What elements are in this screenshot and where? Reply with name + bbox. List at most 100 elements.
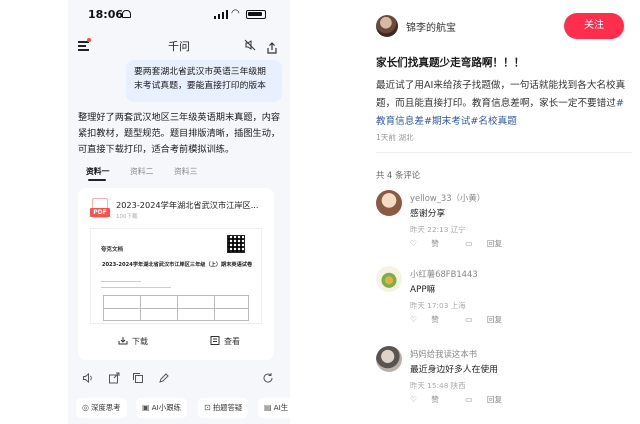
ai-generate-icon: ▤ (264, 403, 272, 412)
reply-button[interactable]: ▭ 回复 (465, 395, 514, 404)
comment-meta: 昨天 17:03 上海 (410, 301, 466, 310)
chip-label: AI生 (273, 403, 289, 412)
document-view-icon (210, 336, 220, 345)
app-title: 千问 (168, 40, 190, 53)
preview-table (103, 295, 249, 321)
comment-count: 共 4 条评论 (376, 170, 421, 180)
comment-meta: 昨天 22:13 辽宁 (410, 225, 466, 234)
chip-ai-generate[interactable]: ▤ AI生 (258, 398, 290, 418)
comment-text: 感谢分享 (410, 209, 446, 219)
comment-item: yellow_33（小黄） 感谢分享 昨天 22:13 辽宁 ♡ 赞 ▭ 回复 (376, 190, 632, 258)
reply-label: 回复 (486, 315, 503, 324)
heart-icon: ♡ (410, 239, 417, 248)
chip-label: 深度思考 (90, 403, 121, 412)
regenerate-icon[interactable] (262, 372, 274, 384)
battery-icon (246, 10, 266, 19)
comment-actions: ♡ 赞 ▭ 回复 (410, 238, 526, 249)
comment-item: 小红薯68FB1443 APP嘛 昨天 17:03 上海 ♡ 赞 ▭ 回复 (376, 266, 632, 334)
comment-text: 最近身边好多人在使用 (410, 365, 498, 375)
comment-item: 妈妈给我读这本书 最近身边好多人在使用 昨天 15:48 陕西 ♡ 赞 ▭ 回复 (376, 346, 632, 414)
assistant-answer: 整理好了两套武汉地区三年级英语期末真题，内容紧扣教材，题型规范。题目排版清晰，插… (78, 112, 281, 155)
deep-thinking-icon: ◎ (82, 403, 89, 412)
resource-tabs: 资料一 资料二 资料三 (78, 166, 282, 184)
reply-label: 回复 (486, 395, 503, 404)
social-post: 锦李的航宝 关注 家长们找真题少走弯路啊！！！ 最近试了用AI来给孩子找题做，一… (368, 0, 640, 424)
active-tab-indicator (88, 179, 106, 181)
speaker-icon[interactable] (82, 372, 94, 384)
commenter-avatar[interactable] (376, 190, 402, 216)
download-icon (118, 336, 128, 345)
author-avatar[interactable] (376, 15, 398, 37)
like-label: 赞 (431, 315, 439, 324)
edit-pencil-icon[interactable] (158, 372, 170, 384)
document-preview[interactable]: 夸克文档 2023-2024学年湖北省武汉市江岸区三年级（上）期末英语试卷 (90, 228, 262, 324)
download-label: 下载 (132, 337, 148, 346)
commenter-name[interactable]: 小红薯68FB1443 (410, 268, 478, 280)
commenter-avatar[interactable] (376, 346, 402, 372)
download-button[interactable]: 下载 (118, 336, 148, 347)
chip-label: 拍题答疑 (212, 403, 243, 412)
reply-button[interactable]: ▭ 回复 (465, 239, 514, 248)
chip-deep-thinking[interactable]: ◎ 深度思考 (76, 398, 127, 418)
post-title: 家长们找真题少走弯路啊！！！ (376, 57, 525, 69)
commenter-avatar[interactable] (376, 266, 402, 292)
preview-text-line (101, 287, 171, 288)
reply-label: 回复 (486, 239, 503, 248)
camera-question-icon: ⊡ (204, 403, 211, 412)
follow-button[interactable]: 关注 (564, 13, 624, 39)
like-button[interactable]: ♡ 赞 (410, 239, 451, 248)
qr-code-icon (227, 235, 245, 253)
status-bar: 18:06 ◠ (68, 0, 290, 28)
reply-icon: ▭ (465, 395, 473, 404)
wifi-icon: ◠ (231, 8, 240, 19)
preview-brand: 夸克文档 (101, 247, 124, 253)
author-name[interactable]: 锦李的航宝 (406, 19, 456, 34)
view-label: 查看 (224, 337, 240, 346)
chip-photo-question[interactable]: ⊡ 拍题答疑 (198, 398, 249, 418)
share-icon[interactable] (266, 39, 278, 54)
comment-actions: ♡ 赞 ▭ 回复 (410, 394, 526, 405)
tab-resource-1[interactable]: 资料一 (86, 166, 109, 177)
divider (376, 152, 632, 153)
quick-action-chips: ◎ 深度思考 ▣ AI小跟练 ⊡ 拍题答疑 ▤ AI生 (76, 398, 290, 418)
user-message-bubble: 要两套湖北省武汉市英语三年级期末考试真题，要能直接打印的版本 (126, 60, 282, 102)
status-time: 18:06 (88, 8, 124, 21)
post-meta: 1天前 湖北 (376, 133, 414, 142)
phone-screenshot: 18:06 ◠ 千问 要两套湖北省武汉市英语三年级期末考试真题，要能直接打印的版… (68, 0, 290, 424)
like-button[interactable]: ♡ 赞 (410, 395, 451, 404)
chat-header: 千问 (68, 34, 290, 58)
heart-icon: ♡ (410, 315, 417, 324)
file-title: 2023-2024学年湖北省武汉市江岸区... (116, 200, 259, 210)
reply-icon: ▭ (465, 315, 473, 324)
chip-ai-practice[interactable]: ▣ AI小跟练 (136, 398, 187, 418)
cellular-signal-icon (214, 10, 228, 19)
file-card[interactable]: PDF 2023-2024学年湖北省武汉市江岸区... 100下载 夸克文档 2… (78, 188, 274, 360)
comment-actions: ♡ 赞 ▭ 回复 (410, 314, 526, 325)
commenter-name[interactable]: yellow_33（小黄） (410, 192, 485, 204)
like-label: 赞 (431, 395, 439, 404)
post-body-text: 最近试了用AI来给孩子找题做，一句话就能找到各大名校真题，而且能直接打印。教育信… (376, 80, 626, 109)
post-body: 最近试了用AI来给孩子找题做，一句话就能找到各大名校真题，而且能直接打印。教育信… (376, 77, 632, 131)
preview-doc-title: 2023-2024学年湖北省武汉市江岸区三年级（上）期末英语试卷 (101, 262, 253, 268)
notification-bell-icon (122, 10, 131, 18)
mute-speaker-icon[interactable] (244, 39, 256, 51)
view-button[interactable]: 查看 (210, 336, 240, 347)
like-label: 赞 (431, 239, 439, 248)
file-download-count: 100下载 (116, 214, 138, 220)
copy-icon[interactable] (132, 372, 144, 384)
heart-icon: ♡ (410, 395, 417, 404)
chip-label: AI小跟练 (151, 403, 181, 412)
comment-meta: 昨天 15:48 陕西 (410, 381, 466, 390)
tab-resource-3[interactable]: 资料三 (174, 166, 197, 177)
reply-icon: ▭ (465, 239, 473, 248)
reply-button[interactable]: ▭ 回复 (465, 315, 514, 324)
tab-resource-2[interactable]: 资料二 (130, 166, 153, 177)
pdf-file-icon: PDF (90, 198, 110, 220)
commenter-name[interactable]: 妈妈给我读这本书 (410, 348, 477, 360)
comment-text: APP嘛 (410, 285, 436, 295)
preview-text-line (101, 281, 141, 282)
ai-practice-icon: ▣ (142, 403, 150, 412)
like-button[interactable]: ♡ 赞 (410, 315, 451, 324)
message-actions (68, 370, 290, 388)
share-out-icon[interactable] (108, 372, 120, 384)
